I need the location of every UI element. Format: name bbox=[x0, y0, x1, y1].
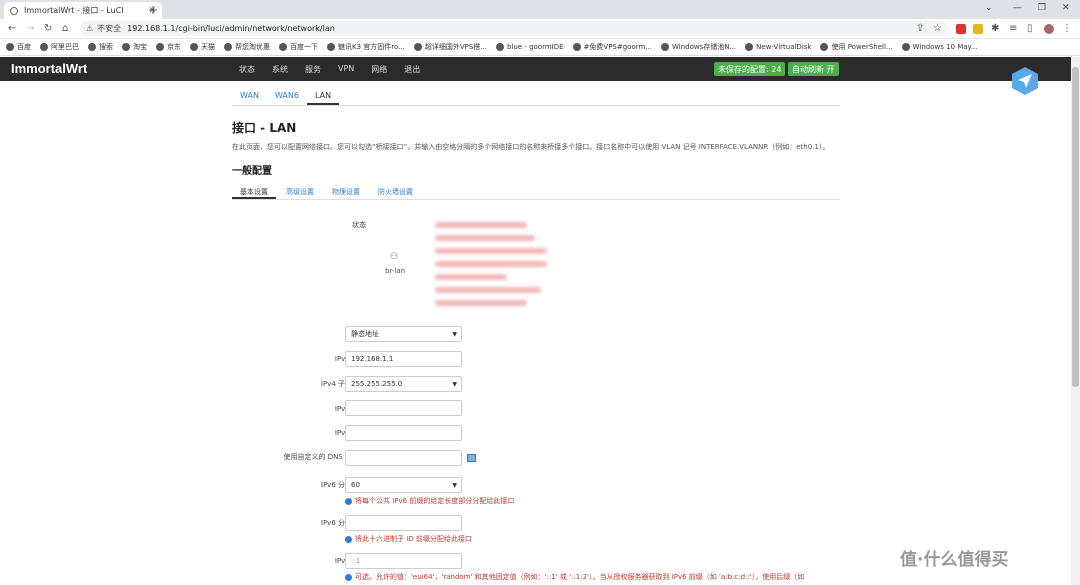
protocol-value: 静态地址 bbox=[351, 330, 379, 338]
redacted-status bbox=[435, 287, 541, 293]
maximize-icon[interactable]: ❐ bbox=[1038, 3, 1046, 13]
bookmark-item[interactable]: 阿里巴巴 bbox=[40, 42, 79, 52]
ip6assign-value: 60 bbox=[351, 481, 360, 489]
redacted-status bbox=[435, 300, 527, 306]
info-icon bbox=[345, 535, 352, 543]
dns-input[interactable] bbox=[345, 450, 462, 466]
back-icon[interactable]: ← bbox=[8, 23, 16, 34]
redacted-status bbox=[435, 261, 547, 267]
brand-logo-text[interactable]: ImmortalWrt bbox=[11, 61, 87, 76]
immortalwrt-bird-icon bbox=[1012, 67, 1038, 95]
redacted-status bbox=[435, 274, 507, 280]
info-icon bbox=[345, 573, 352, 581]
protocol-select[interactable]: 静态地址 ▼ bbox=[345, 326, 462, 342]
bookmark-icon bbox=[122, 43, 130, 51]
browser-tab-title: ImmortalWrt - 接口 - LuCI bbox=[24, 6, 124, 15]
ip6suffix-hint: 可选。允许的值：'eui64'，'random' 和其他固定值（例如：'::1'… bbox=[345, 572, 804, 582]
bookmark-icon bbox=[88, 43, 96, 51]
bookmark-icon bbox=[156, 43, 164, 51]
share-icon[interactable]: ⇪ bbox=[916, 23, 924, 34]
ipv4-address-input[interactable]: 192.168.1.1 bbox=[345, 351, 462, 367]
minimize-icon[interactable]: — bbox=[1013, 3, 1022, 13]
reading-list-icon[interactable]: ≡ bbox=[1009, 23, 1017, 34]
extension-icon[interactable] bbox=[973, 24, 983, 34]
reload-icon[interactable]: ↻ bbox=[44, 23, 52, 34]
extension-icon[interactable] bbox=[956, 24, 966, 34]
chevron-down-icon: ▼ bbox=[452, 380, 457, 388]
netmask-value: 255.255.255.0 bbox=[351, 380, 403, 388]
device-name: br-lan bbox=[385, 267, 406, 275]
new-tab-icon[interactable]: + bbox=[148, 3, 158, 17]
chevron-down-icon[interactable]: ⌄ bbox=[985, 3, 993, 13]
bookmark-icon bbox=[40, 43, 48, 51]
ip6hint-hint: 将此十六进制子 ID 前缀分配给此接口 bbox=[345, 534, 472, 544]
insecure-label: 不安全 bbox=[97, 24, 122, 33]
ip6suffix-input[interactable]: ::1 bbox=[345, 553, 462, 569]
page-scrollbar[interactable] bbox=[1071, 57, 1080, 585]
bookmark-item[interactable]: 天猫 bbox=[190, 42, 215, 52]
chevron-down-icon: ▼ bbox=[452, 481, 457, 489]
home-icon[interactable]: ⌂ bbox=[62, 23, 68, 34]
more-icon[interactable]: ⋮ bbox=[1062, 23, 1072, 34]
bookmark-item[interactable]: 淘宝 bbox=[122, 42, 147, 52]
bookmark-item[interactable]: Windows 10 May... bbox=[901, 43, 977, 51]
bookmark-icon bbox=[901, 43, 910, 51]
profile-avatar[interactable] bbox=[1044, 24, 1054, 34]
bookmark-item[interactable]: 搜索 bbox=[88, 42, 113, 52]
browser-tab[interactable]: ImmortalWrt - 接口 - LuCI ✕ bbox=[4, 2, 162, 19]
bookmark-item[interactable]: 京东 bbox=[156, 42, 181, 52]
warning-icon: ⚠ bbox=[86, 24, 94, 33]
puzzle-icon[interactable]: ✱ bbox=[991, 23, 999, 34]
watermark: 值·什么值得买 bbox=[900, 550, 1009, 570]
scrollbar-thumb[interactable] bbox=[1072, 67, 1079, 387]
globe-icon bbox=[10, 6, 18, 15]
chevron-down-icon: ▼ bbox=[452, 330, 457, 338]
info-icon bbox=[345, 497, 352, 505]
ip6hint-input[interactable] bbox=[345, 515, 462, 531]
ip6assign-select[interactable]: 60 ▼ bbox=[345, 477, 462, 493]
netmask-select[interactable]: 255.255.255.0 ▼ bbox=[345, 376, 462, 392]
add-dns-icon[interactable] bbox=[467, 454, 476, 462]
bookmark-icon bbox=[6, 43, 14, 51]
form-area: 状态 ⚇ br-lan 协议 静态地址▼ IPv4 地址 192.168.1.1… bbox=[232, 0, 840, 585]
broadcast-input[interactable] bbox=[345, 425, 462, 441]
bookmark-icon bbox=[224, 43, 232, 51]
redacted-status bbox=[435, 222, 527, 228]
status-label: 状态 bbox=[352, 221, 366, 229]
network-device-icon: ⚇ bbox=[390, 252, 399, 262]
forward-icon[interactable]: → bbox=[26, 23, 34, 34]
bookmark-item[interactable]: 百度 bbox=[6, 42, 31, 52]
window-close-icon[interactable]: ✕ bbox=[1062, 3, 1070, 13]
star-icon[interactable]: ☆ bbox=[933, 23, 942, 34]
bookmark-icon bbox=[190, 43, 198, 51]
sidepanel-icon[interactable]: ▯ bbox=[1027, 23, 1033, 34]
redacted-status bbox=[435, 235, 535, 241]
gateway-input[interactable] bbox=[345, 400, 462, 416]
redacted-status bbox=[435, 248, 547, 254]
ip6assign-hint: 将每个公共 IPv6 前缀的给定长度部分分配给此接口 bbox=[345, 496, 514, 506]
